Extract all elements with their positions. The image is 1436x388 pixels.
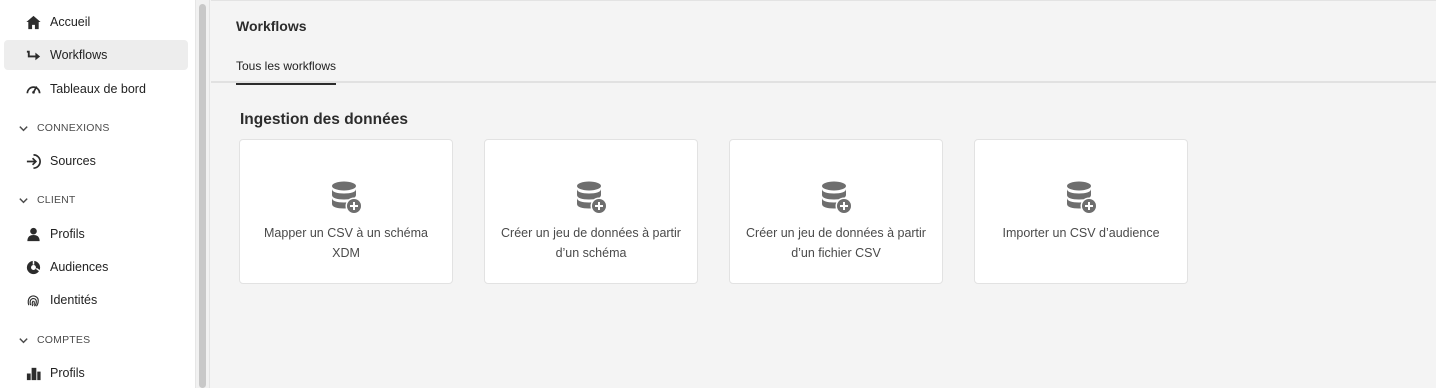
- sidebar-item-workflows[interactable]: Workflows: [4, 40, 188, 70]
- home-icon: [24, 13, 42, 31]
- chevron-down-icon: [19, 337, 28, 343]
- page-title: Workflows: [236, 18, 307, 34]
- workflow-card-dataset-from-schema[interactable]: Créer un jeu de données à partir d’un sc…: [484, 139, 698, 284]
- sidebar-item-identites[interactable]: Identités: [4, 285, 188, 315]
- section-comptes-toggle[interactable]: COMPTES: [18, 332, 90, 348]
- section-title: COMPTES: [37, 334, 91, 346]
- sidebar-item-tableaux-de-bord[interactable]: Tableaux de bord: [4, 74, 188, 104]
- section-title-ingestion: Ingestion des données: [240, 111, 408, 128]
- sidebar-item-label: Tableaux de bord: [50, 82, 146, 96]
- chevron-down-icon: [19, 125, 28, 131]
- sidebar-item-audiences[interactable]: Audiences: [4, 252, 188, 282]
- card-label: Créer un jeu de données à partir d’un sc…: [501, 226, 681, 260]
- sidebar-item-label: Profils: [50, 366, 85, 380]
- sidebar-item-label: Workflows: [50, 48, 108, 62]
- gauge-icon: [24, 80, 42, 98]
- database-add-icon: [822, 181, 853, 215]
- card-label: Créer un jeu de données à partir d’un fi…: [746, 226, 926, 260]
- scrollbar-thumb[interactable]: [199, 4, 206, 388]
- sidebar-item-label: Audiences: [50, 260, 109, 274]
- sidebar-item-label: Profils: [50, 227, 85, 241]
- database-add-icon: [577, 181, 608, 215]
- database-add-icon: [332, 181, 363, 215]
- card-label: Mapper un CSV à un schéma XDM: [264, 226, 428, 260]
- audiences-icon: [24, 258, 42, 276]
- sidebar-item-accueil[interactable]: Accueil: [4, 7, 188, 37]
- sidebar-item-label: Sources: [50, 154, 96, 168]
- sidebar-item-sources[interactable]: Sources: [4, 146, 188, 176]
- main-content: Workflows Tous les workflows Ingestion d…: [211, 0, 1436, 388]
- tab-bar: Tous les workflows: [211, 55, 1436, 85]
- workflow-icon: [24, 46, 42, 64]
- database-add-icon: [1067, 181, 1098, 215]
- chevron-down-icon: [19, 197, 28, 203]
- workflow-card-import-audience-csv[interactable]: Importer un CSV d’audience: [974, 139, 1188, 284]
- section-title: CONNEXIONS: [37, 122, 110, 134]
- sources-icon: [24, 152, 42, 170]
- tab-tous-les-workflows[interactable]: Tous les workflows: [236, 59, 337, 85]
- sidebar-item-label: Accueil: [50, 15, 91, 29]
- section-title: CLIENT: [37, 194, 76, 206]
- sidebar: Accueil Workflows Tableaux de bord CONNE…: [0, 0, 196, 388]
- user-icon: [24, 225, 42, 243]
- buildings-icon: [24, 364, 42, 382]
- sidebar-item-label: Identités: [50, 293, 98, 307]
- section-client-toggle[interactable]: CLIENT: [18, 192, 76, 208]
- sidebar-item-profils[interactable]: Profils: [4, 219, 188, 249]
- workflow-card-mapper-csv[interactable]: Mapper un CSV à un schéma XDM: [239, 139, 453, 284]
- sidebar-item-comptes-profils[interactable]: Profils: [4, 358, 188, 388]
- fingerprint-icon: [24, 291, 42, 309]
- sidebar-scrollbar[interactable]: [196, 0, 210, 388]
- section-connexions-toggle[interactable]: CONNEXIONS: [18, 120, 110, 136]
- workflow-card-dataset-from-csv[interactable]: Créer un jeu de données à partir d’un fi…: [729, 139, 943, 284]
- card-label: Importer un CSV d’audience: [1002, 226, 1160, 240]
